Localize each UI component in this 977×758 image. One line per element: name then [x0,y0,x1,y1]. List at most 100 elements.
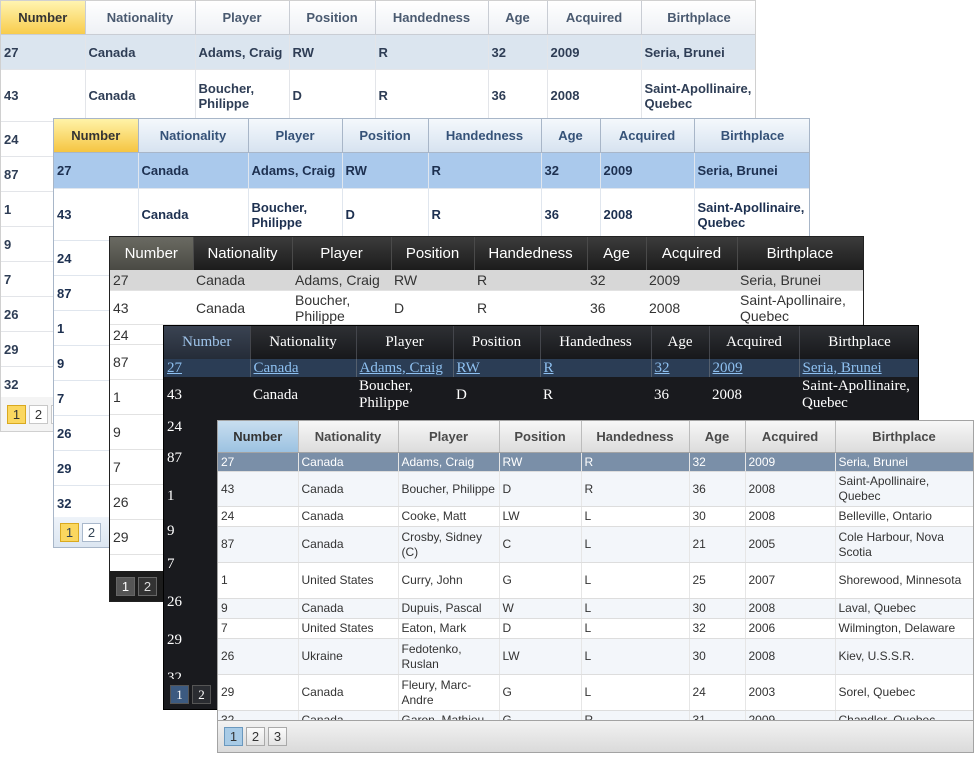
cell-age: 21 [689,526,746,563]
table-row[interactable]: 24CanadaCooke, MattLWL302008Belleville, … [218,506,973,527]
cell-handedness: L [581,526,690,563]
page-button-2[interactable]: 2 [29,405,48,424]
column-header-age[interactable]: Age [488,1,548,35]
column-header-age[interactable]: Age [651,326,710,359]
column-header-player[interactable]: Player [356,326,454,359]
cell-number: 27 [1,34,86,70]
page-button-2[interactable]: 2 [138,577,157,596]
table-row[interactable]: 43 Canada Boucher, Philippe D R 36 2008 Saint-A… [218,471,973,507]
cell-player: Boucher, Philippe [359,378,413,411]
page-button-1[interactable]: 1 [224,727,243,746]
table-row[interactable]: 43 Canada Boucher, Philippe D R 36 2008 Saint-A… [110,290,863,325]
cell-birthplace: Laval, Quebec [835,598,973,619]
page-button-3[interactable]: 3 [268,727,287,746]
cell-nationality: Canada [298,471,399,507]
column-header-birthplace[interactable]: Birthplace [835,421,973,453]
table-row[interactable]: 87CanadaCrosby, Sidney (C)CL212005Cole H… [218,526,973,563]
column-header-number[interactable]: Number [218,421,299,453]
cell-player: Fleury, Marc-Andre [398,674,500,711]
column-header-age[interactable]: Age [541,119,601,153]
table-row[interactable]: 26UkraineFedotenko, RuslanLWL302008Kiev,… [218,638,973,675]
cell-player: Cooke, Matt [398,506,500,527]
table-row[interactable]: 7United StatesEaton, MarkDL322006Wilming… [218,618,973,639]
column-header-position[interactable]: Position [342,119,429,153]
cell-number: 1 [218,562,299,599]
cell-nationality: Canada [138,152,249,189]
column-header-age[interactable]: Age [689,421,746,453]
cell-acquired: 2009 [745,452,836,472]
page-button-2[interactable]: 2 [246,727,265,746]
table-row[interactable]: 29CanadaFleury, Marc-AndreGL242003Sorel,… [218,674,973,711]
column-header-number[interactable]: Number [54,119,139,153]
table-row[interactable]: 27 Canada Adams, Craig RW R 32 2009 Seria, Brun… [110,270,863,291]
cell-age: 25 [689,562,746,599]
page-button-2[interactable]: 2 [82,523,101,542]
page-button-1[interactable]: 1 [60,523,79,542]
cell-birthplace: Belleville, Ontario [835,506,973,527]
column-header-nationality[interactable]: Nationality [138,119,249,153]
column-header-nationality[interactable]: Nationality [250,326,357,359]
header-row: Number Nationality Player Position Handednes… [1,1,755,35]
column-header-handedness[interactable]: Handedness [474,237,588,270]
column-header-player[interactable]: Player [292,237,392,270]
cell-birthplace: Shorewood, Minnesota [835,562,973,599]
cell-handedness: L [581,598,690,619]
page-button-1[interactable]: 1 [7,405,26,424]
column-header-acquired[interactable]: Acquired [547,1,642,35]
column-header-handedness[interactable]: Handedness [540,326,652,359]
column-header-position[interactable]: Position [499,421,582,453]
column-header-birthplace[interactable]: Birthplace [641,1,755,35]
cell-age: 30 [689,506,746,527]
column-header-number[interactable]: Number [1,1,86,35]
table-row[interactable]: 27 Canada Adams, Craig RW R 32 2009 Seria, Brun… [218,452,973,472]
cell-player: Boucher, Philippe [248,188,343,241]
cell-handedness: R [543,386,554,403]
cell-number: 24 [218,506,299,527]
column-header-birthplace[interactable]: Birthplace [694,119,809,153]
column-header-handedness[interactable]: Handedness [375,1,489,35]
column-header-birthplace[interactable]: Birthplace [737,237,863,270]
page-button-2[interactable]: 2 [192,685,211,704]
column-header-number[interactable]: Number [110,237,194,270]
column-header-number[interactable]: Number [164,326,251,359]
column-header-acquired[interactable]: Acquired [709,326,800,359]
column-header-nationality[interactable]: Nationality [85,1,196,35]
column-header-acquired[interactable]: Acquired [600,119,695,153]
column-header-position[interactable]: Position [391,237,475,270]
column-header-age[interactable]: Age [587,237,647,270]
column-header-handedness[interactable]: Handedness [581,421,690,453]
column-header-birthplace[interactable]: Birthplace [799,326,918,359]
cell-birthplace: Cole Harbour, Nova Scotia [835,526,973,563]
column-header-acquired[interactable]: Acquired [745,421,836,453]
column-header-acquired[interactable]: Acquired [646,237,738,270]
cell-player: Boucher, Philippe [195,69,290,122]
table-row[interactable]: 43 Canada Boucher, Philippe D R 36 2008 Saint-A… [1,69,755,122]
table-row[interactable]: 43 Canada Boucher, Philippe D R 36 2008 Saint-A… [164,377,918,413]
page-button-1[interactable]: 1 [116,577,135,596]
cell-nationality: Canada [298,598,399,619]
column-header-player[interactable]: Player [398,421,500,453]
page-button-1[interactable]: 1 [170,685,189,704]
table-row[interactable]: 1United StatesCurry, JohnGL252007Shorewo… [218,562,973,599]
column-header-handedness[interactable]: Handedness [428,119,542,153]
cell-player: Fedotenko, Ruslan [398,638,500,675]
cell-acquired: 2009 [600,152,695,189]
cell-handedness: R [428,188,542,241]
column-header-player[interactable]: Player [195,1,290,35]
column-header-nationality[interactable]: Nationality [298,421,399,453]
column-header-nationality[interactable]: Nationality [193,237,293,270]
cell-position: RW [342,152,429,189]
header-row: Number Nationality Player Position Handednes… [54,119,809,153]
column-header-player[interactable]: Player [248,119,343,153]
column-header-position[interactable]: Position [453,326,541,359]
cell-nationality: Canada [138,188,249,241]
table-row[interactable]: 27 Canada Adams, Craig RW R 32 2009 Seria, Brun… [164,359,918,377]
cell-number: 87 [218,526,299,563]
cell-age: 36 [488,69,548,122]
table-row[interactable]: 9CanadaDupuis, PascalWL302008Laval, Queb… [218,598,973,619]
table-row[interactable]: 27 Canada Adams, Craig RW R 32 2009 Seria, Brun… [1,34,755,70]
table-row[interactable]: 43 Canada Boucher, Philippe D R 36 2008 Saint-A… [54,188,809,241]
cell-nationality: United States [298,618,399,639]
column-header-position[interactable]: Position [289,1,376,35]
table-row[interactable]: 27 Canada Adams, Craig RW R 32 2009 Seria, Brun… [54,152,809,189]
